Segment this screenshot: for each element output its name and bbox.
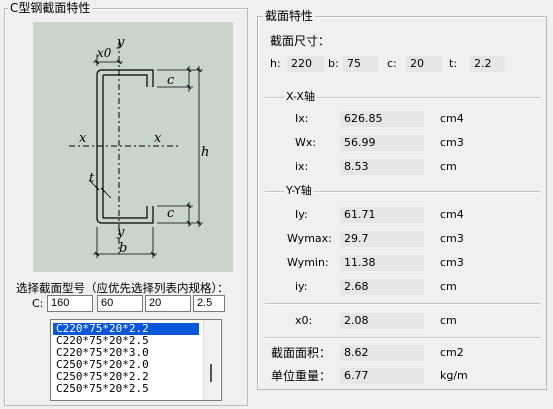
dim-t-label: t:: [449, 57, 458, 70]
wymax-label: Wymax:: [287, 232, 332, 245]
c-input-h[interactable]: 160: [47, 295, 93, 312]
properties-title: 截面特性: [263, 9, 316, 23]
wx-value: 56.99: [340, 135, 424, 151]
wx-unit: cm3: [440, 136, 464, 149]
y-label-top: y: [116, 35, 125, 50]
t-label: t: [89, 171, 95, 186]
yy-axis-title: Y-Y轴: [284, 184, 314, 198]
wymax-unit: cm3: [440, 232, 464, 245]
iy-unit: cm4: [440, 208, 464, 221]
x0-unit: cm: [440, 314, 457, 327]
section-type-list[interactable]: C220*75*20*2.2 C220*75*20*2.5 C220*75*20…: [50, 319, 222, 401]
dim-h-label: h:: [270, 57, 281, 70]
x0-label-right: x0:: [295, 314, 313, 327]
dims-label: 截面尺寸：: [270, 34, 331, 48]
properties-group: [257, 16, 547, 390]
c-label-bottom: c: [167, 206, 175, 221]
x-label-right: x: [154, 131, 162, 146]
ix-radius-value: 8.53: [340, 159, 424, 175]
iy-label: Iy:: [295, 208, 308, 221]
ix-radius-label: ix:: [295, 160, 309, 173]
scrollbar-thumb[interactable]: [210, 364, 212, 382]
wymin-label: Wymin:: [287, 256, 329, 269]
iy-radius-label: iy:: [295, 280, 308, 293]
weight-value: 6.77: [340, 368, 424, 384]
area-divider: [265, 337, 540, 339]
ix-radius-unit: cm: [440, 160, 457, 173]
dim-c-value: 20: [406, 56, 442, 72]
h-label: h: [201, 145, 209, 160]
area-unit: cm2: [440, 346, 464, 359]
x0-divider: [265, 303, 540, 305]
weight-unit: kg/m: [440, 369, 468, 382]
c-label-top: c: [167, 73, 175, 88]
dim-b-value: 75: [343, 56, 378, 72]
iy-value: 61.71: [340, 207, 424, 223]
dim-h-value: 220: [287, 56, 324, 72]
iy-radius-value: 2.68: [340, 279, 424, 295]
wymin-value: 11.38: [340, 255, 424, 271]
b-label: b: [119, 241, 127, 256]
select-section-label: 选择截面型号（应优先选择列表内规格）：: [16, 281, 229, 295]
dim-c-label: c:: [387, 57, 397, 70]
section-properties-title: C型钢截面特性: [8, 1, 93, 15]
c-input-t[interactable]: 2.5: [193, 295, 225, 312]
list-item[interactable]: C250*75*20*2.5: [53, 383, 199, 395]
x0-label: x0: [97, 46, 112, 60]
y-label-bottom: y: [116, 225, 125, 240]
area-value: 8.62: [340, 345, 424, 361]
list-scrollbar[interactable]: [203, 320, 220, 400]
c-section-diagram: y x0 c x x h t c y b: [33, 22, 233, 272]
dim-b-label: b:: [328, 57, 339, 70]
wx-label: Wx:: [295, 136, 317, 149]
dim-t-value: 2.2: [470, 56, 505, 72]
wymin-unit: cm3: [440, 256, 464, 269]
xx-axis-title: X-X轴: [284, 90, 317, 104]
c-input-c[interactable]: 20: [145, 295, 191, 312]
x-label-left: x: [79, 131, 87, 146]
c-input-label: C:: [32, 297, 44, 310]
area-label: 截面面积：: [271, 346, 332, 360]
iy-radius-unit: cm: [440, 280, 457, 293]
x0-value: 2.08: [340, 313, 424, 329]
weight-label: 单位重量：: [271, 369, 332, 383]
c-input-b[interactable]: 60: [97, 295, 143, 312]
ix-value: 626.85: [340, 111, 424, 127]
ix-label: Ix:: [295, 112, 309, 125]
ix-unit: cm4: [440, 112, 464, 125]
wymax-value: 29.7: [340, 231, 424, 247]
